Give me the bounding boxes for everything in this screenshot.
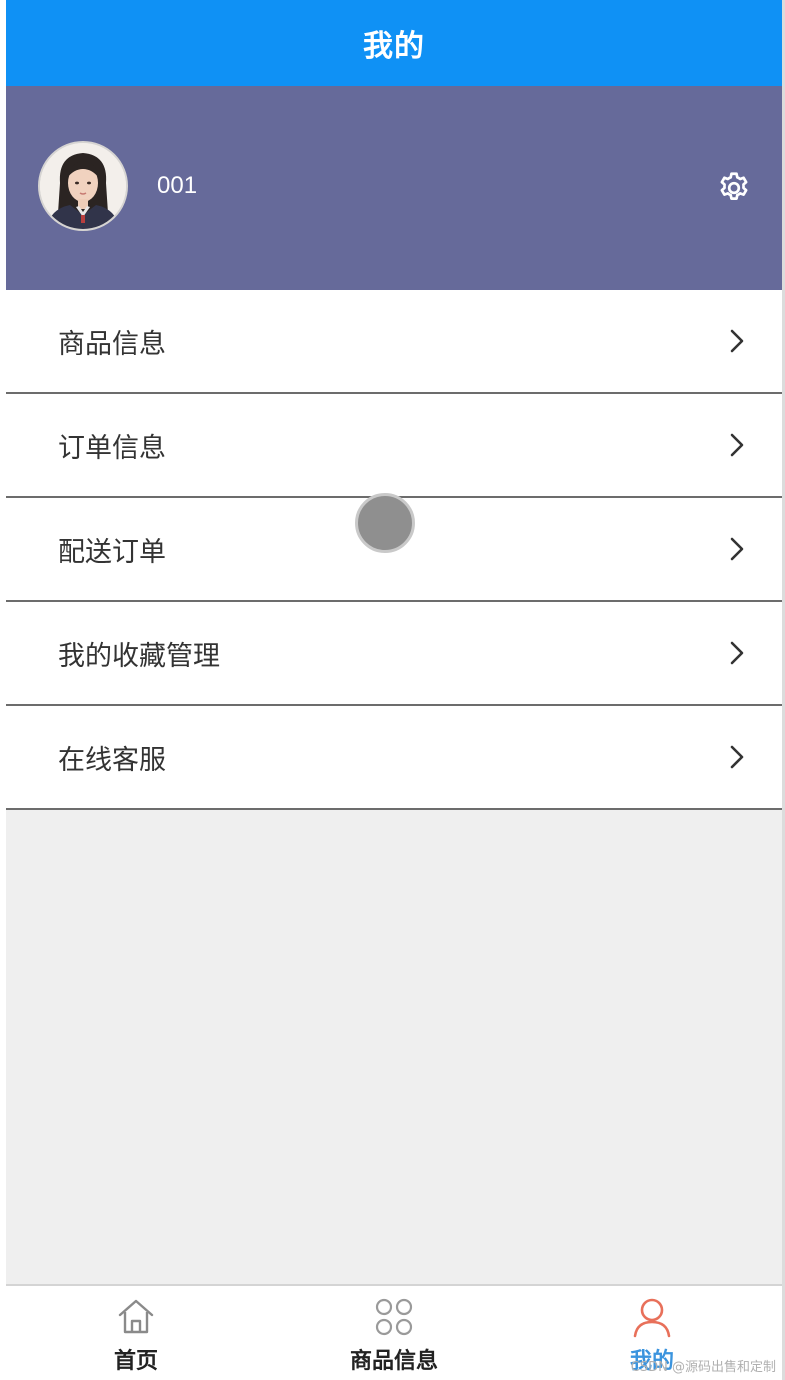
watermark: CSDN @源码出售和定制 [630,1360,776,1375]
tab-home[interactable]: 首页 [36,1286,236,1380]
gear-icon [720,172,748,200]
tab-label: 首页 [113,1349,158,1374]
menu-item-label: 我的收藏管理 [58,640,220,672]
username: 001 [157,172,198,199]
chevron-right-icon [730,537,744,561]
grid-icon [375,1298,413,1336]
menu-item-online-service[interactable]: 在线客服 [6,706,782,810]
chevron-right-icon [730,433,744,457]
profile-header: 001 [6,86,782,290]
tab-label: 商品信息 [349,1349,438,1374]
chevron-right-icon [730,641,744,665]
chevron-right-icon [730,329,744,353]
menu-item-label: 订单信息 [58,432,166,464]
menu-item-label: 配送订单 [58,536,166,568]
top-bar: 我的 [6,0,782,86]
home-icon [118,1299,154,1334]
menu-item-product-info[interactable]: 商品信息 [6,290,782,394]
touch-indicator [355,493,415,553]
user-icon [633,1298,671,1338]
menu-item-label: 在线客服 [58,744,166,776]
menu-item-order-info[interactable]: 订单信息 [6,394,782,498]
page-title: 我的 [363,29,425,64]
menu-item-label: 商品信息 [58,328,166,360]
avatar[interactable] [38,141,128,231]
app-view: 我的 001 商品信息 订单信息 配送订单 我的收藏管理 在线客服 首页 商品信… [6,0,782,1380]
tab-product-info[interactable]: 商品信息 [294,1286,494,1380]
settings-button[interactable] [716,170,752,206]
screen: 我的 001 商品信息 订单信息 配送订单 我的收藏管理 在线客服 首页 商品信… [0,0,785,1380]
menu-item-favorites[interactable]: 我的收藏管理 [6,602,782,706]
chevron-right-icon [730,745,744,769]
